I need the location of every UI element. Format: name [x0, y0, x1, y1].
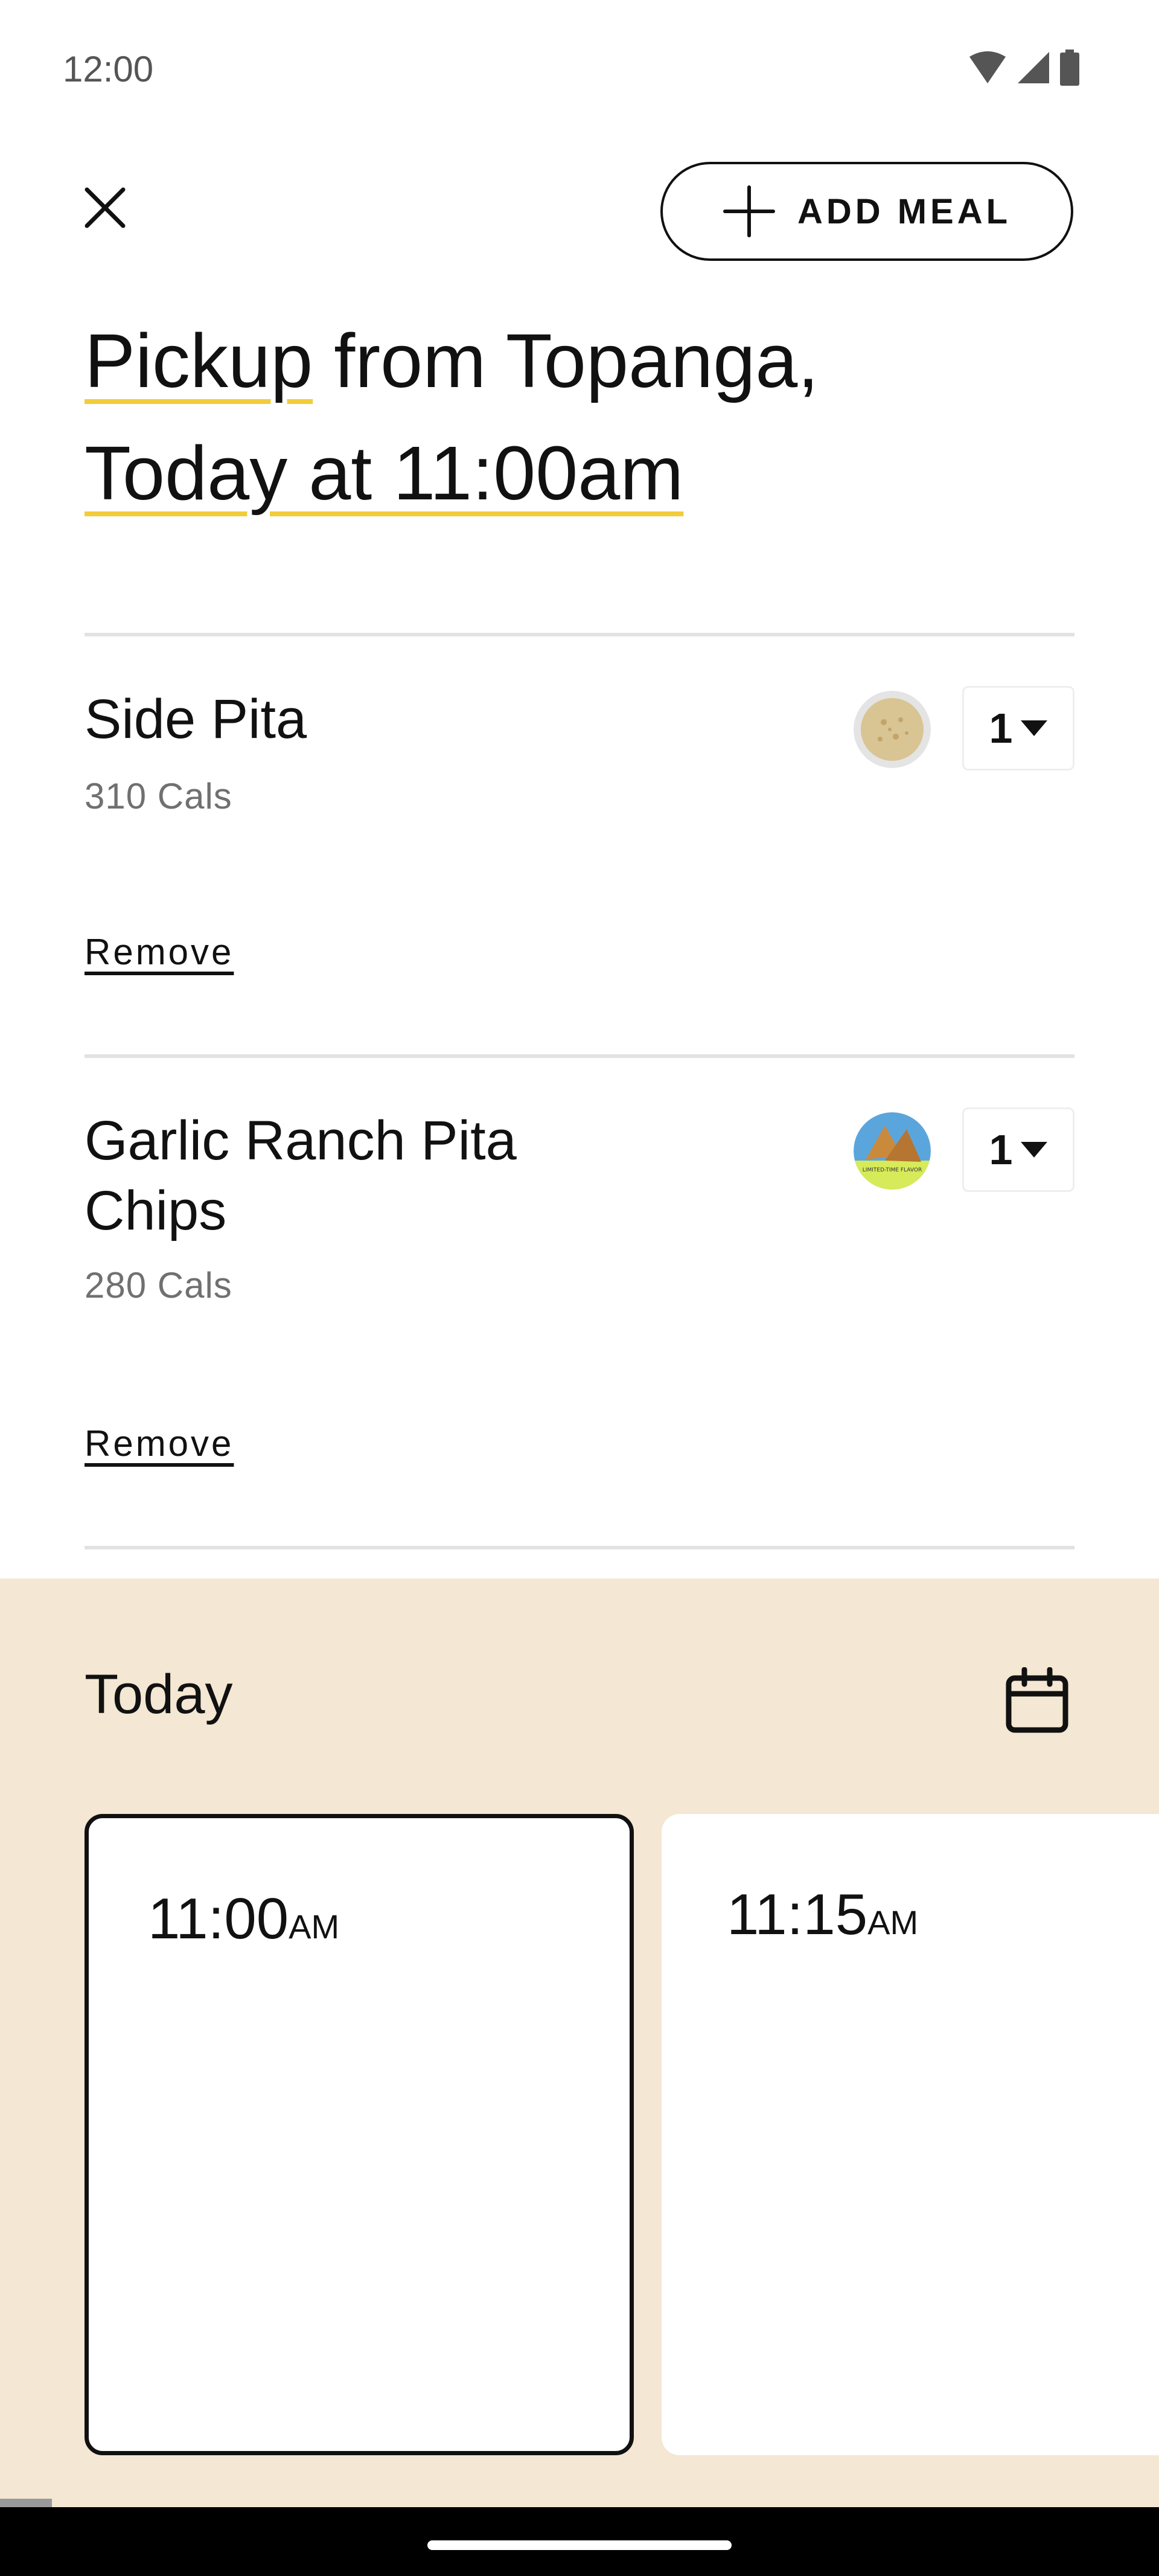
item-calories: 310 Cals	[85, 776, 232, 816]
caret-down-icon	[1021, 1142, 1048, 1158]
time-slot-time: 11:00	[148, 1886, 289, 1951]
close-icon	[85, 187, 126, 228]
item-thumbnail	[854, 691, 931, 768]
home-indicator[interactable]	[427, 2540, 732, 2550]
close-button[interactable]	[77, 180, 133, 235]
remove-item-link[interactable]: Remove	[85, 931, 234, 973]
calendar-icon	[1006, 1667, 1068, 1733]
quantity-value: 1	[989, 705, 1013, 752]
quantity-value: 1	[989, 1126, 1013, 1173]
time-slot-ampm: AM	[289, 1908, 340, 1946]
time-slot-label: 11:00AM	[148, 1886, 339, 1952]
add-meal-label: ADD MEAL	[797, 191, 1012, 231]
limited-time-badge: LIMITED-TIME FLAVOR	[863, 1167, 922, 1173]
item-thumbnail: LIMITED-TIME FLAVOR	[854, 1112, 931, 1190]
pickup-time-link[interactable]: Today at 11:00am	[85, 431, 683, 516]
item-name-line2: Chips	[85, 1180, 227, 1242]
time-slot-time: 11:15	[727, 1882, 868, 1947]
pickup-method-link[interactable]: Pickup	[85, 318, 313, 403]
pita-chips-image: LIMITED-TIME FLAVOR	[854, 1112, 931, 1190]
plus-icon	[723, 185, 775, 237]
time-slot[interactable]: 11:15AM	[662, 1814, 1159, 2455]
scroll-indicator	[0, 2499, 52, 2507]
divider	[85, 633, 1074, 636]
pickup-time-scheduler: Today 11:00AM 11:15AM	[0, 1578, 1159, 2507]
status-bar: 12:00	[0, 0, 1159, 139]
calendar-button[interactable]	[1000, 1663, 1074, 1738]
time-slot-ampm: AM	[867, 1903, 919, 1941]
selected-day-label: Today	[85, 1664, 233, 1725]
caret-down-icon	[1021, 720, 1048, 736]
quantity-dropdown[interactable]: 1	[962, 686, 1074, 771]
side-pita-image	[854, 691, 931, 768]
cellular-signal-icon	[1018, 52, 1049, 83]
title-location-text: from Topanga,	[313, 318, 819, 403]
wifi-icon	[969, 51, 1006, 83]
add-meal-button[interactable]: ADD MEAL	[660, 162, 1073, 261]
quantity-dropdown[interactable]: 1	[962, 1107, 1074, 1192]
item-name-line1: Garlic Ranch Pita	[85, 1110, 517, 1171]
status-time: 12:00	[63, 49, 154, 89]
battery-icon	[1060, 50, 1079, 86]
order-title: Pickup from Topanga, Today at 11:00am	[85, 305, 1074, 530]
divider	[85, 1054, 1074, 1058]
remove-item-link[interactable]: Remove	[85, 1423, 234, 1464]
status-icons	[968, 50, 1079, 86]
time-slot-selected[interactable]: 11:00AM	[85, 1814, 634, 2455]
time-slot-label: 11:15AM	[727, 1882, 918, 1948]
item-calories: 280 Cals	[85, 1265, 232, 1306]
divider	[85, 1546, 1074, 1549]
item-name: Side Pita	[85, 688, 307, 750]
navigation-bar	[0, 2507, 1159, 2576]
